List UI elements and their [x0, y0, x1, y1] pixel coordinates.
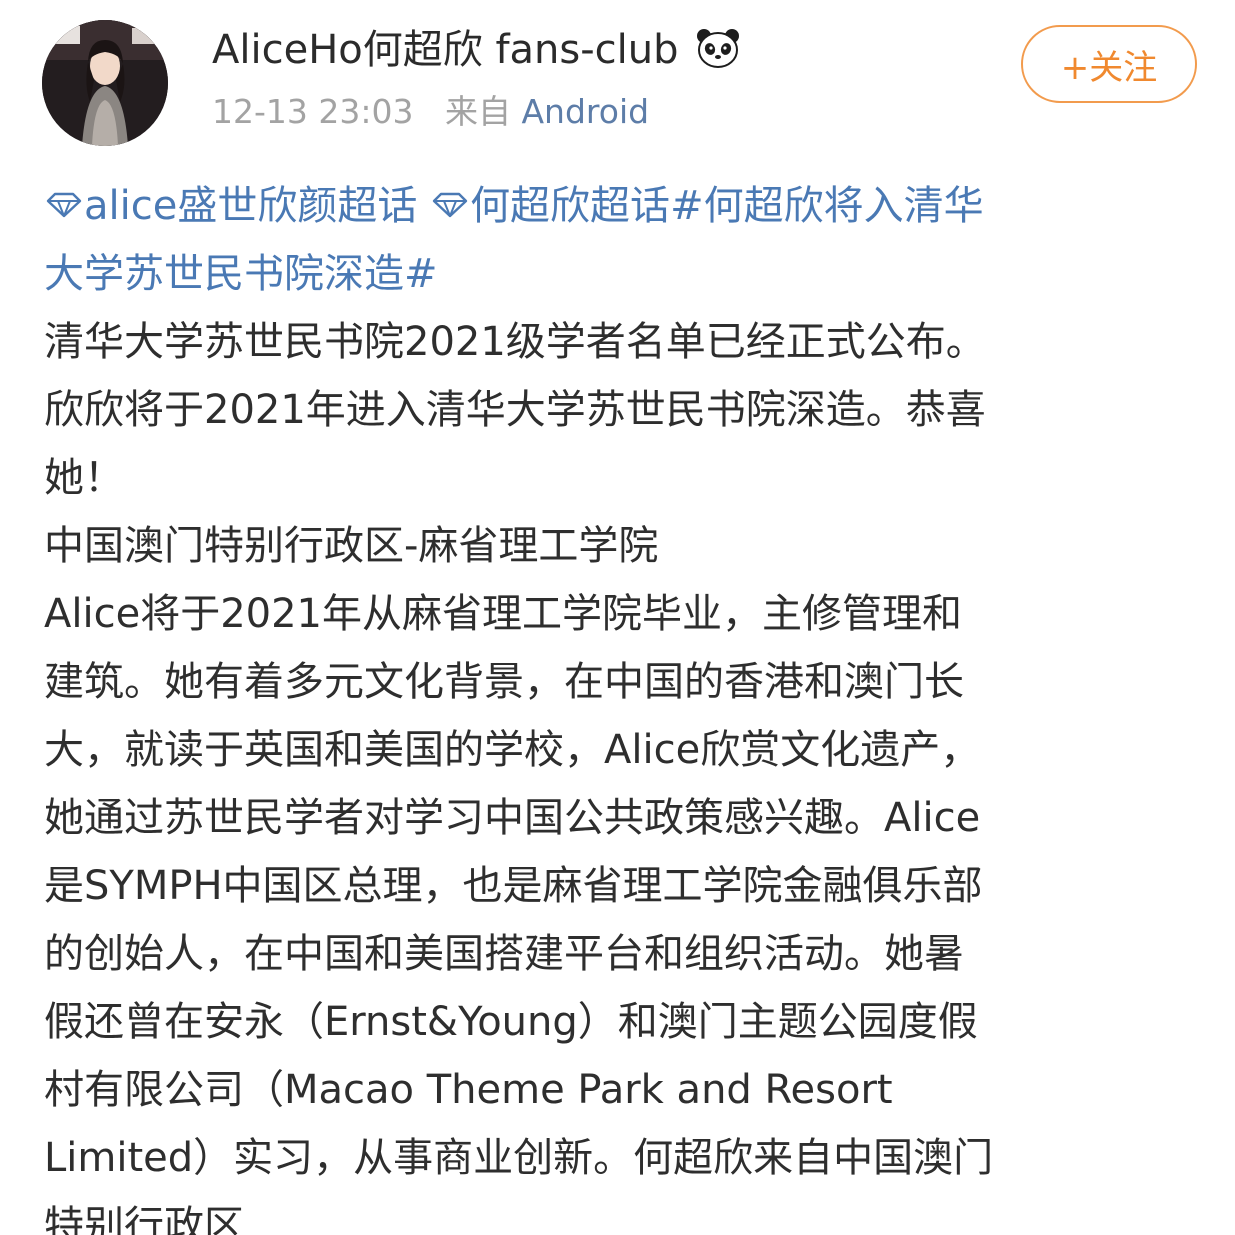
- source-prefix: 来自: [444, 92, 511, 131]
- post-text-line: Limited）实习，从事商业创新。何超欣来自中国澳门: [44, 1135, 994, 1181]
- post-text-line: 她通过苏世民学者对学习中国公共政策感兴趣。Alice: [44, 795, 981, 841]
- weibo-post-page: AliceHo何超欣 fans-club 12-13 23:03 来自 Andr…: [0, 0, 1235, 1235]
- post-text-line: 清华大学苏世民书院2021级学者名单已经正式公布。: [44, 319, 986, 365]
- super-topic-link-2[interactable]: 何超欣超话: [470, 183, 670, 229]
- super-topic-diamond-icon: [46, 192, 82, 218]
- super-topic-diamond-icon: [432, 192, 468, 218]
- avatar-photo: [42, 20, 168, 146]
- follow-label: +关注: [1060, 47, 1158, 88]
- post-text-line: 的创始人，在中国和美国搭建平台和组织活动。她暑: [44, 931, 964, 977]
- hashtag-link-continued[interactable]: 大学苏世民书院深造#: [44, 240, 1204, 308]
- follow-button[interactable]: +关注: [1021, 25, 1197, 103]
- post-meta: 12-13 23:03 来自 Android: [212, 90, 649, 134]
- post-timestamp: 12-13 23:03: [212, 92, 414, 131]
- post-text-line: 是SYMPH中国区总理，也是麻省理工学院金融俱乐部: [44, 863, 983, 909]
- post-text-line: 特别行政区: [44, 1203, 244, 1235]
- author-name-row[interactable]: AliceHo何超欣 fans-club: [212, 24, 741, 76]
- author-name[interactable]: AliceHo何超欣 fans-club: [212, 27, 679, 73]
- panda-icon: [697, 29, 740, 68]
- post-text-line: 中国澳门特别行政区-麻省理工学院: [44, 523, 659, 569]
- post-source: Android: [521, 92, 650, 131]
- post-text-line: 村有限公司（Macao Theme Park and Resort: [44, 1067, 893, 1113]
- post-text-line: 假还曾在安永（Ernst&Young）和澳门主题公园度假: [44, 999, 978, 1045]
- hashtag-link[interactable]: #何超欣将入清华: [670, 183, 984, 229]
- post-text-line: 欣欣将于2021年进入清华大学苏世民书院深造。恭喜: [44, 387, 986, 433]
- post-body: alice盛世欣颜超话 何超欣超话#何超欣将入清华 大学苏世民书院深造# 清华大…: [44, 172, 1204, 1235]
- post-text-line: 建筑。她有着多元文化背景，在中国的香港和澳门长: [44, 659, 964, 705]
- avatar[interactable]: [42, 20, 168, 146]
- post-text-line: 她！: [44, 455, 124, 501]
- post-text-line: Alice将于2021年从麻省理工学院毕业，主修管理和: [44, 591, 962, 637]
- post-text-line: 大，就读于英国和美国的学校，Alice欣赏文化遗产，: [44, 727, 981, 773]
- super-topic-link-1[interactable]: alice盛世欣颜超话: [84, 183, 417, 229]
- topics-line: alice盛世欣颜超话 何超欣超话#何超欣将入清华: [44, 172, 1204, 240]
